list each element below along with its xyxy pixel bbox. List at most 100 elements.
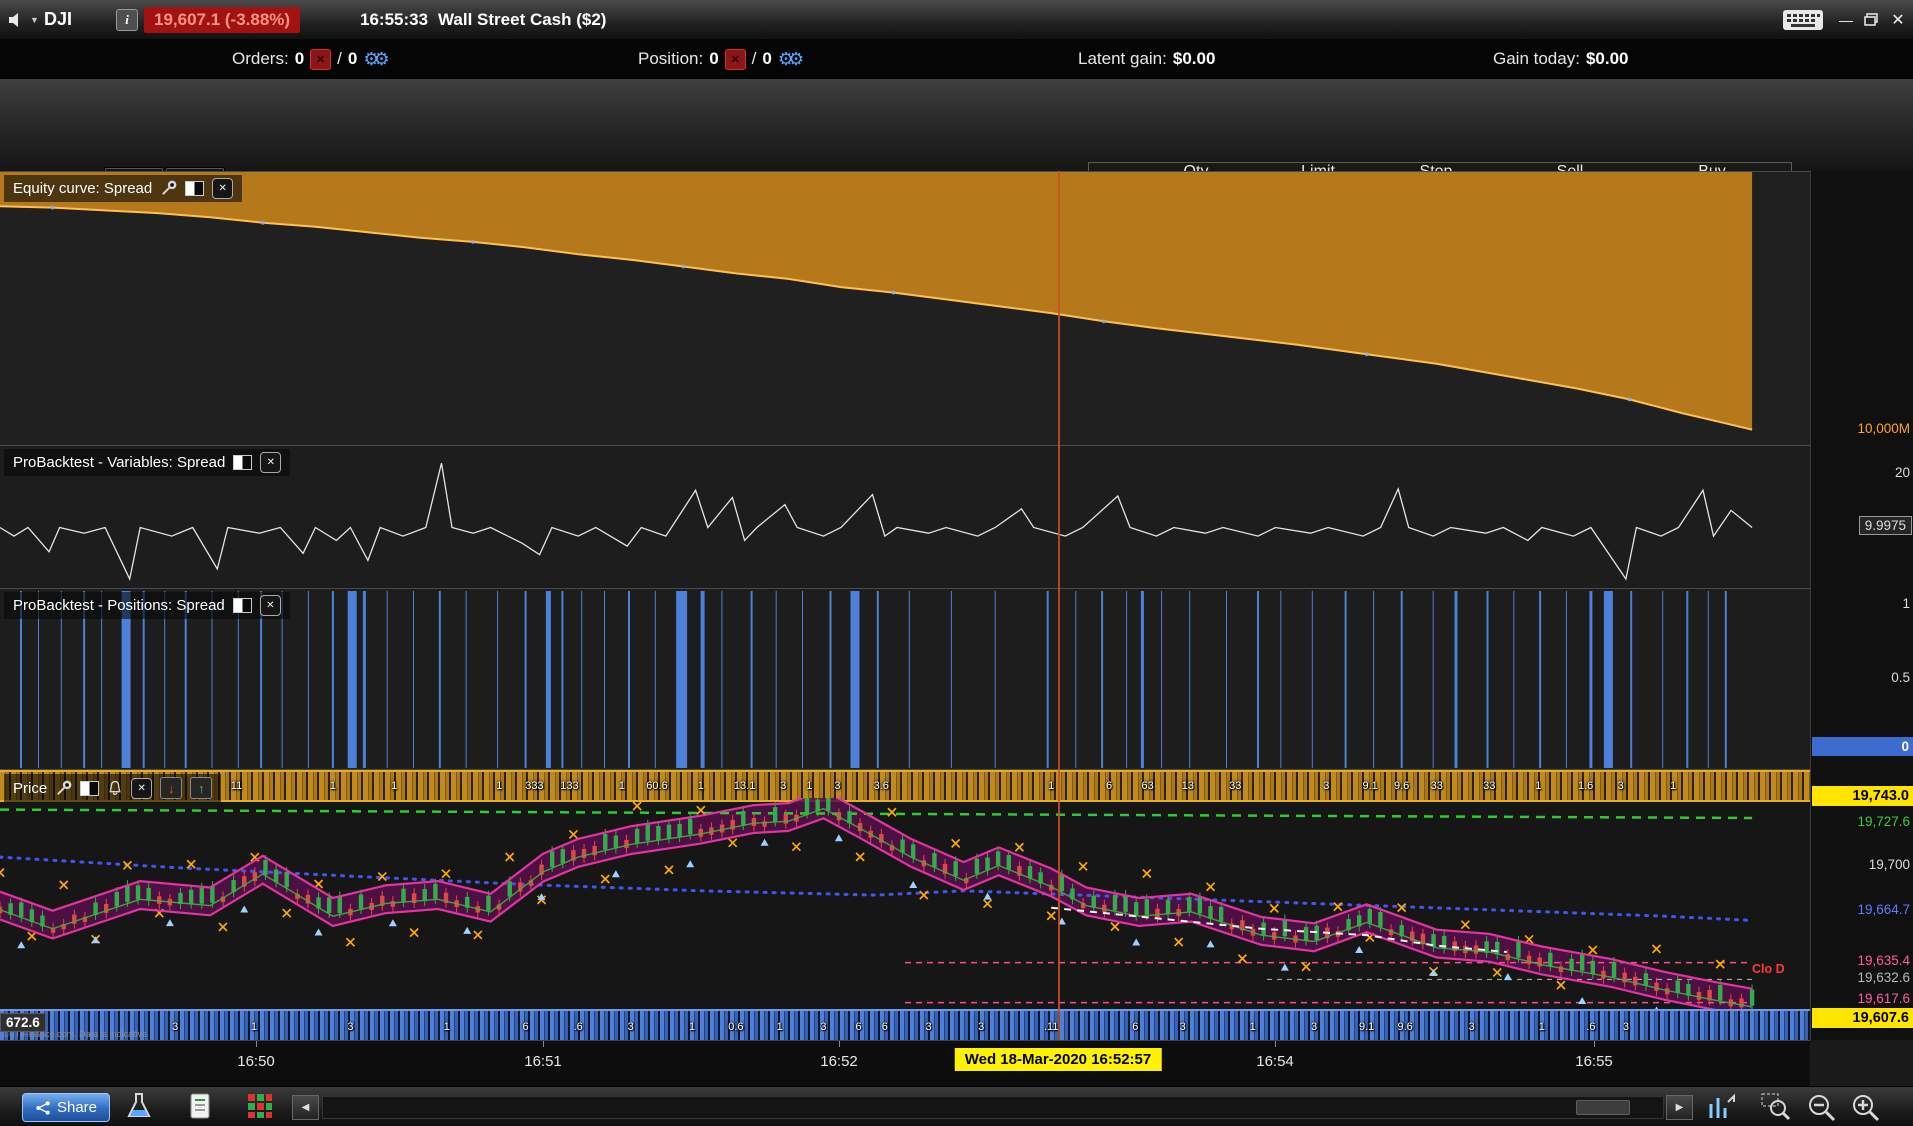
zoom-area-button[interactable]: [1760, 1092, 1790, 1122]
probacktest-button[interactable]: [126, 1092, 152, 1120]
equity-chart[interactable]: [0, 172, 1810, 446]
trading-platform-window: ▼ DJI i 19,607.1 (-3.88%) 16:55:33 Wall …: [0, 0, 1913, 1126]
trade-count-label: 3: [627, 1021, 634, 1033]
wrench-icon[interactable]: [160, 180, 177, 197]
close-button[interactable]: ✕: [1888, 0, 1908, 39]
trade-count-label: 3: [1622, 1021, 1629, 1033]
position-settings-icon[interactable]: ⚙⚙: [778, 49, 804, 70]
symbol-selector[interactable]: DJI: [44, 0, 72, 39]
axis-label: 19,617.6: [1857, 991, 1910, 1006]
keyboard-button[interactable]: [1782, 0, 1824, 39]
trade-count-label: 1: [443, 1021, 450, 1033]
heatmap-button[interactable]: [246, 1092, 274, 1120]
scroll-right-button[interactable]: ▶: [1666, 1095, 1693, 1120]
cancel-orders-icon[interactable]: ✕: [310, 48, 332, 70]
zoom-area-icon: [1761, 1093, 1790, 1121]
trade-count-label: 9.1: [1358, 1021, 1375, 1033]
price-panel[interactable]: 611111333133160.6113.13133.61663133339.1…: [0, 769, 1810, 1041]
latent-gain-value: $0.00: [1172, 49, 1216, 68]
orders-group: Orders: 0 ✕ / 0 ⚙⚙: [232, 39, 390, 79]
equity-panel[interactable]: Equity curve: Spread ✕: [0, 171, 1810, 446]
time-label: 16:54: [1256, 1053, 1294, 1070]
trade-count-label: .6: [573, 1021, 583, 1033]
wrench-icon[interactable]: [55, 780, 72, 797]
restore-icon: [1864, 13, 1878, 26]
window-toggle-icon[interactable]: [185, 181, 205, 196]
scrollbar-track[interactable]: [322, 1096, 1664, 1119]
flask-icon: [127, 1093, 151, 1117]
time-label: 16:51: [524, 1053, 562, 1070]
info-button[interactable]: i: [116, 0, 138, 39]
trade-count-label: 1: [776, 1021, 783, 1033]
trade-count-label: 1: [1048, 780, 1055, 792]
info-icon: i: [116, 8, 138, 31]
trade-count-label: 33: [1430, 780, 1443, 792]
scrollbar-thumb[interactable]: [1576, 1100, 1630, 1115]
trade-count-label: 1: [697, 780, 704, 792]
price-panel-header: Price ✕ ↓ ↑: [4, 774, 222, 802]
heatmap-icon: [248, 1094, 272, 1118]
right-axis[interactable]: 10,000M 20 9.9975 1 0.5 0 19,743.0 19,727.6 19,7…: [1810, 171, 1913, 1040]
time-tick: [839, 1041, 840, 1047]
zoom-in-button[interactable]: [1850, 1092, 1880, 1122]
window-toggle-icon[interactable]: [232, 598, 252, 613]
trade-count-label: 3: [820, 1021, 827, 1033]
window-toggle-icon[interactable]: [233, 455, 253, 470]
report-button[interactable]: [188, 1092, 212, 1120]
axis-label: 19,664.7: [1857, 902, 1910, 917]
buy-marker-toggle[interactable]: ↑: [190, 777, 213, 799]
trade-count-label: 6: [1106, 780, 1113, 792]
drawing-toolbar: 1000 units ▼ 1 second ▼ ▼ Qty Limit Stop…: [0, 79, 1913, 249]
equity-panel-title: Equity curve: Spread: [13, 180, 153, 197]
time-label: 16:55: [1575, 1053, 1613, 1070]
trade-count-label: .11: [1043, 1021, 1059, 1033]
price-chart[interactable]: [0, 798, 1810, 1009]
restore-button[interactable]: [1861, 0, 1881, 39]
trade-count-label: 3: [834, 780, 841, 792]
bell-icon[interactable]: [107, 780, 123, 797]
axis-label: 0: [1812, 737, 1913, 756]
orders-settings-icon[interactable]: ⚙⚙: [363, 49, 389, 70]
sell-marker-toggle[interactable]: ↓: [160, 777, 183, 799]
time-label: 16:52: [820, 1053, 858, 1070]
position-group: Position: 0 ✕ / 0 ⚙⚙: [638, 39, 804, 79]
time-tick: [1594, 1041, 1595, 1047]
trade-count-label: 1: [689, 1021, 696, 1033]
trade-count-label: 3: [347, 1021, 354, 1033]
zoom-out-button[interactable]: [1806, 1092, 1836, 1122]
latent-gain-group: Latent gain: $0.00: [1078, 39, 1215, 79]
trade-count-label: 333: [525, 780, 544, 792]
scroll-left-button[interactable]: ◀: [292, 1095, 319, 1120]
chevron-down-icon: ▼: [30, 14, 39, 25]
variables-panel[interactable]: ProBacktest - Variables: Spread ✕: [0, 445, 1810, 589]
position-count: 0: [709, 49, 719, 68]
window-toggle-icon[interactable]: [80, 780, 100, 796]
close-panel-button[interactable]: ✕: [259, 595, 281, 616]
trade-count-label: 0.6: [728, 1021, 744, 1033]
trade-count-label: 9.1: [1362, 780, 1378, 792]
trade-count-label: .6: [1586, 1021, 1596, 1033]
time-label: 16:50: [237, 1053, 275, 1070]
orders-bar: Orders: 0 ✕ / 0 ⚙⚙ Position: 0 ✕ / 0 ⚙⚙ …: [0, 39, 1913, 79]
close-panel-button[interactable]: ✕: [212, 178, 234, 199]
position-label: Position:: [638, 49, 704, 68]
share-button[interactable]: Share: [22, 1093, 110, 1122]
positions-panel[interactable]: ProBacktest - Positions: Spread ✕: [0, 588, 1810, 770]
close-position-icon[interactable]: ✕: [724, 48, 746, 70]
time-axis[interactable]: © IT-Finance.com. Data is indicative Wed…: [0, 1029, 1810, 1087]
variables-panel-header: ProBacktest - Variables: Spread ✕: [4, 449, 291, 476]
sound-menu[interactable]: ▼: [8, 0, 39, 39]
clock-wrap: 16:55:33: [360, 0, 428, 39]
gain-today-group: Gain today: $0.00: [1493, 39, 1629, 79]
equity-panel-header: Equity curve: Spread ✕: [4, 175, 243, 202]
variables-panel-title: ProBacktest - Variables: Spread: [13, 454, 226, 471]
zoom-in-icon: [1853, 1095, 1880, 1122]
close-panel-button[interactable]: ✕: [131, 777, 153, 799]
trade-count-label: 9.6: [1394, 780, 1410, 792]
position-slash: /: [751, 49, 757, 68]
minimize-button[interactable]: —: [1836, 0, 1856, 39]
close-panel-button[interactable]: ✕: [260, 452, 282, 473]
chart-history-button[interactable]: [1706, 1092, 1736, 1120]
trade-count-label: 1: [391, 780, 398, 792]
trade-count-label: 1: [1535, 780, 1542, 792]
